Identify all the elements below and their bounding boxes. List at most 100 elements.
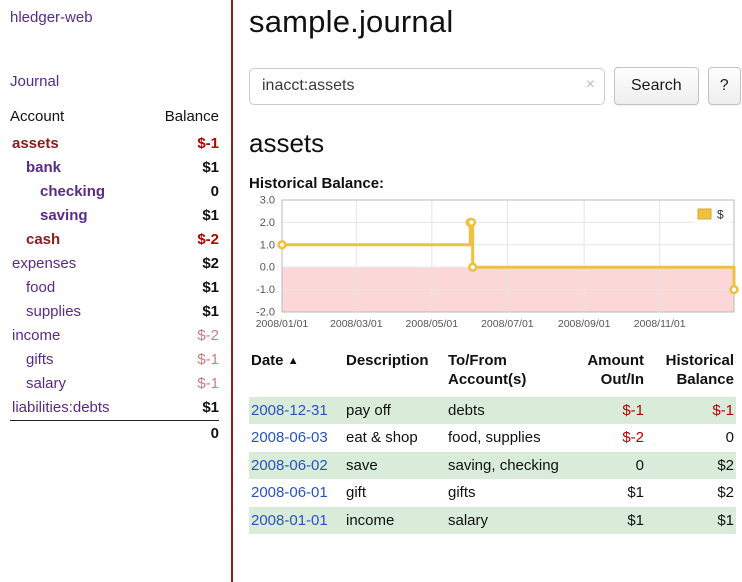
svg-text:2008/01/01: 2008/01/01 [256,318,309,330]
register-table: Date ▲ Description To/From Account(s) Am… [249,350,736,534]
accounts-header-account: Account [10,106,145,132]
account-balance: $-1 [145,348,219,372]
register-row: 2008-12-31pay offdebts$-1$-1 [249,397,736,425]
account-balance: $1 [145,156,219,180]
register-row: 2008-06-03eat & shopfood, supplies$-20 [249,424,736,452]
register-header-amount: Amount Out/In [564,350,646,397]
account-row: salary $-1 [10,372,219,396]
svg-text:-2.0: -2.0 [256,307,275,319]
transaction-date-link[interactable]: 2008-01-01 [251,512,328,529]
account-row: expenses$2 [10,252,219,276]
sidebar: hledger-web Journal Account Balance asse… [0,0,233,582]
transaction-amount: $1 [564,479,646,507]
account-heading: assets [249,128,741,159]
transaction-date-link[interactable]: 2008-06-01 [251,484,328,501]
account-row: cash $-2 [10,228,219,252]
historical-balance-chart: $3.02.01.00.0-1.0-2.02008/01/012008/03/0… [249,197,741,335]
account-link[interactable]: income [12,327,60,344]
transaction-date-link[interactable]: 2008-06-03 [251,429,328,446]
accounts-table-body: assets$-1bank$1checking0saving$1cash$-2e… [10,132,219,421]
register-row: 2008-06-01 giftgifts$1$2 [249,479,736,507]
transaction-balance: $2 [646,452,736,480]
account-link[interactable]: saving [40,207,88,224]
transaction-description: gift [344,479,446,507]
search-bar: × Search ? [249,67,741,105]
account-row: gifts $-1 [10,348,219,372]
transaction-accounts: salary [446,507,564,535]
account-row: assets $-1 [10,132,219,156]
account-balance: $1 [145,396,219,421]
transaction-accounts: gifts [446,479,564,507]
svg-text:-1.0: -1.0 [256,284,275,296]
transaction-amount: 0 [564,452,646,480]
svg-text:1.0: 1.0 [260,239,275,251]
register-header-row: Date ▲ Description To/From Account(s) Am… [249,350,736,397]
help-button[interactable]: ? [708,67,741,105]
chart-title: Historical Balance: [249,175,741,192]
svg-text:2.0: 2.0 [260,217,275,229]
svg-text:$: $ [717,208,724,222]
account-row: saving $1 [10,204,219,228]
app-title-link[interactable]: hledger-web [10,9,219,26]
search-input[interactable] [249,68,605,105]
account-balance: $-1 [145,372,219,396]
account-row: liabilities:debts $1 [10,396,219,421]
account-row: food $1 [10,276,219,300]
balance-chart-svg: $3.02.01.00.0-1.0-2.02008/01/012008/03/0… [249,197,738,331]
svg-text:2008/05/01: 2008/05/01 [406,318,459,330]
transaction-balance: 0 [646,424,736,452]
search-button[interactable]: Search [614,67,699,105]
account-link[interactable]: liabilities:debts [12,399,110,416]
clear-search-icon[interactable]: × [586,77,595,93]
account-row: supplies$1 [10,300,219,324]
svg-text:3.0: 3.0 [260,195,275,207]
transaction-accounts: food, supplies [446,424,564,452]
account-link[interactable]: food [26,279,55,296]
account-link[interactable]: supplies [26,303,81,320]
register-header-date[interactable]: Date ▲ [249,350,344,397]
transaction-description: save [344,452,446,480]
accounts-total-spacer [10,421,145,447]
transaction-balance: $2 [646,479,736,507]
account-balance: $1 [145,276,219,300]
main-content: sample.journal × Search ? assets Histori… [233,0,742,582]
transaction-amount: $1 [564,507,646,535]
account-balance: 0 [145,180,219,204]
transaction-date-link[interactable]: 2008-06-02 [251,457,328,474]
account-link[interactable]: cash [26,231,60,248]
accounts-total-value: 0 [145,421,219,447]
register-header-accounts: To/From Account(s) [446,350,564,397]
register-row: 2008-01-01incomesalary$1$1 [249,507,736,535]
transaction-balance: $-1 [646,397,736,425]
accounts-table: Account Balance assets $-1 bank $1 checking 0… [10,106,219,446]
transaction-description: pay off [344,397,446,425]
search-input-wrap: × [249,68,605,105]
transaction-amount: $-1 [564,397,646,425]
transaction-balance: $1 [646,507,736,535]
register-header-description: Description [344,350,446,397]
account-link[interactable]: assets [12,135,59,152]
hledger-web-app: hledger-web Journal Account Balance asse… [0,0,742,582]
transaction-date-link[interactable]: 2008-12-31 [251,402,328,419]
account-link[interactable]: checking [40,183,105,200]
account-balance: $1 [145,204,219,228]
page-title: sample.journal [249,4,741,40]
account-row: bank $1 [10,156,219,180]
svg-text:0.0: 0.0 [260,262,275,274]
svg-text:2008/07/01: 2008/07/01 [481,318,534,330]
account-balance: $-1 [145,132,219,156]
account-balance: $-2 [145,228,219,252]
account-link[interactable]: bank [26,159,61,176]
register-table-body: 2008-12-31pay offdebts$-1$-12008-06-03ea… [249,397,736,535]
date-header-label: Date [251,352,284,369]
account-link[interactable]: salary [26,375,66,392]
register-header-balance: Historical Balance [646,350,736,397]
account-link[interactable]: gifts [26,351,54,368]
accounts-header-row: Account Balance [10,106,219,132]
sidebar-item-journal[interactable]: Journal [10,73,219,90]
account-link[interactable]: expenses [12,255,76,272]
transaction-description: eat & shop [344,424,446,452]
account-balance: $-2 [145,324,219,348]
transaction-accounts: saving, checking [446,452,564,480]
account-row: income $-2 [10,324,219,348]
